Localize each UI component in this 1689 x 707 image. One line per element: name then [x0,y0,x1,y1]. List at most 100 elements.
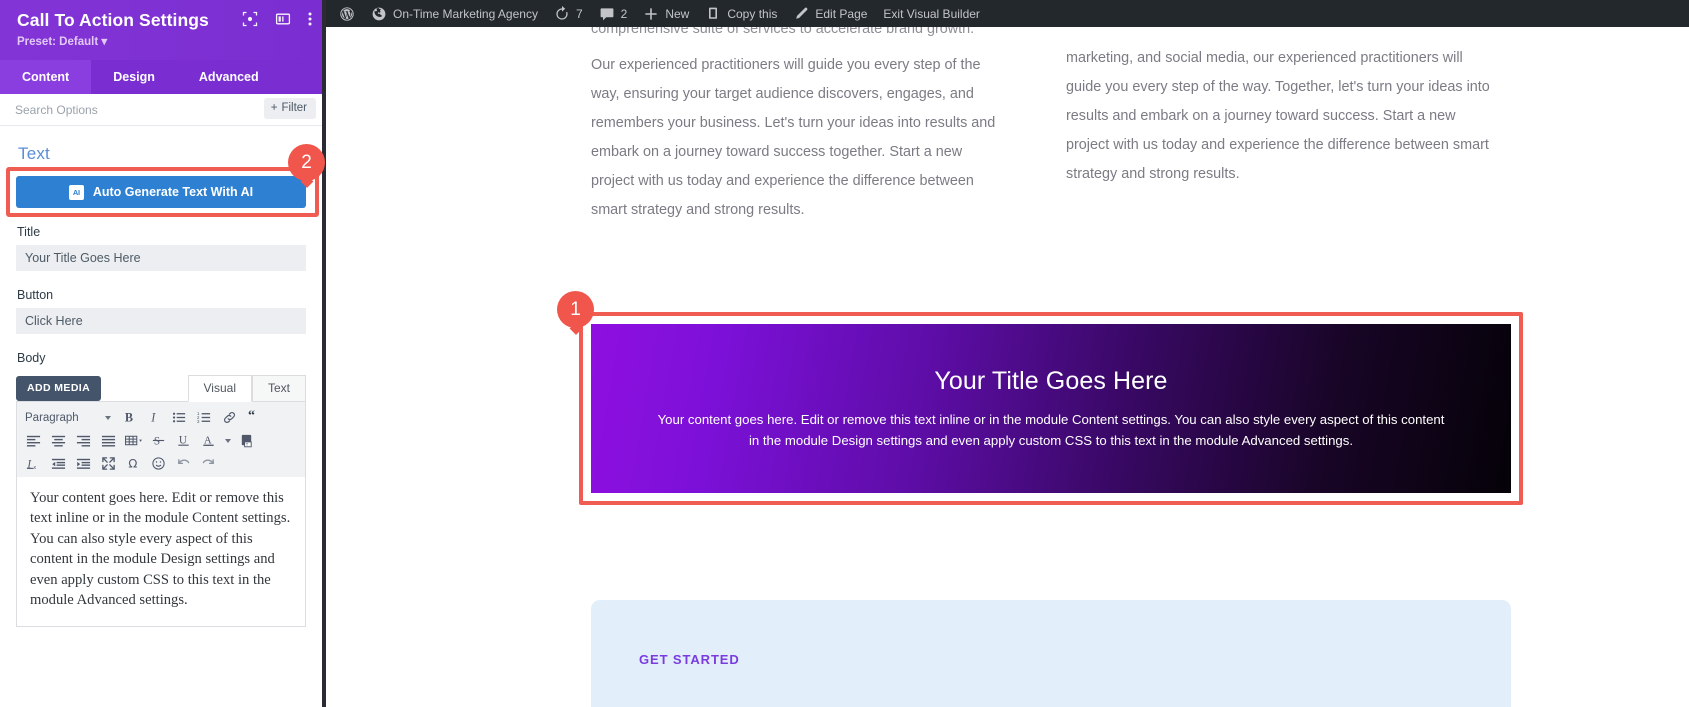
svg-text:Ω: Ω [128,457,137,471]
link-icon[interactable] [217,407,242,429]
panel-tabs: Content Design Advanced [0,60,322,94]
adminbar-edit-page[interactable]: Edit Page [785,0,875,27]
focus-target-icon[interactable] [242,11,258,27]
plus-icon: + [270,102,278,114]
title-field[interactable] [16,245,306,271]
fullscreen-icon[interactable] [96,453,121,475]
align-justify-icon[interactable] [96,430,121,452]
format-select[interactable]: Paragraph [21,412,117,424]
tab-advanced[interactable]: Advanced [177,60,281,94]
tab-content[interactable]: Content [0,60,92,94]
ai-button-label: Auto Generate Text With AI [92,185,254,199]
step-marker-1-label: 1 [570,298,581,320]
table-icon[interactable] [121,430,146,452]
numbered-list-icon[interactable]: 123 [192,407,217,429]
adminbar-edit-label: Edit Page [815,6,868,21]
blockquote-icon[interactable]: “ [242,407,267,429]
svg-text:S: S [154,435,160,447]
panel-preset[interactable]: Preset: Default ▾ [17,35,308,49]
indent-icon[interactable] [71,453,96,475]
ai-button-wrapper: AI Auto Generate Text With AI [6,167,319,217]
section-title-text: Text [18,144,50,163]
svg-text:A: A [204,434,212,446]
editor-toolbar-row-2: S U A T [21,429,301,452]
body-field-label: Body [17,351,46,365]
adminbar-site-name[interactable]: On-Time Marketing Agency [363,0,546,27]
more-vertical-icon[interactable] [308,11,312,27]
strikethrough-icon[interactable]: S [146,430,171,452]
adminbar-comments[interactable]: 2 [591,0,636,27]
editor-toolbar-row-1: Paragraph B I 123 “ [21,406,301,429]
wordpress-logo-icon [340,6,354,21]
body-editor-content[interactable]: Your content goes here. Edit or remove t… [30,488,292,610]
step-marker-2: 2 [288,144,325,181]
chevron-down-icon [105,415,111,420]
auto-generate-text-with-ai-button[interactable]: AI Auto Generate Text With AI [16,176,306,208]
italic-icon[interactable]: I [142,407,167,429]
editor-top-row: ADD MEDIA Visual Text [16,374,306,402]
get-started-section: GET STARTED [591,600,1511,707]
text-color-dropdown[interactable] [221,430,234,452]
step-marker-2-label: 2 [301,151,312,173]
add-media-button[interactable]: ADD MEDIA [16,376,102,401]
title-field-label: Title [17,225,41,239]
panel-body: Text AI Auto Generate Text With AI Title… [0,144,322,627]
paste-as-text-icon[interactable]: T [234,430,259,452]
left-paragraph: Our experienced practitioners will guide… [591,57,996,218]
plus-icon [645,7,657,20]
bold-icon[interactable]: B [117,407,142,429]
get-started-eyebrow: GET STARTED [639,652,740,667]
layout-panel-icon[interactable] [275,11,291,27]
align-left-icon[interactable] [21,430,46,452]
comments-icon [600,7,614,20]
adminbar-new-label: New [665,6,690,21]
button-field-label: Button [17,288,54,302]
adminbar-copy-label: Copy this [727,6,778,21]
clear-formatting-icon[interactable]: Ix [21,453,46,475]
body-editor-area[interactable]: Your content goes here. Edit or remove t… [16,477,306,627]
cta-selection-outline [579,312,1523,505]
tab-design[interactable]: Design [91,60,177,94]
outdent-icon[interactable] [46,453,71,475]
content-column-left: comprehensive suite of services to accel… [591,27,1009,225]
svg-text:x: x [34,465,37,471]
bulleted-list-icon[interactable] [167,407,192,429]
format-select-label: Paragraph [25,411,79,424]
updates-icon [556,5,568,20]
button-field[interactable] [16,308,306,334]
panel-header: Call To Action Settings Preset: Default … [0,0,322,60]
adminbar-updates[interactable]: 7 [546,0,591,27]
emoji-icon[interactable] [146,453,171,475]
cta-module-wrapper[interactable]: Your Title Goes Here Your content goes h… [579,312,1523,505]
editor-tab-visual[interactable]: Visual [187,375,252,402]
undo-icon[interactable] [171,453,196,475]
chevron-down-icon: ▾ [101,36,108,48]
adminbar-exit-visual-builder[interactable]: Exit Visual Builder [875,0,988,27]
adminbar-copy-this[interactable]: Copy this [697,0,785,27]
text-color-icon[interactable]: A [196,430,221,452]
pink-swoosh-decoration [1333,694,1483,707]
site-icon [372,6,386,20]
ai-icon: AI [68,184,84,200]
svg-text:“: “ [248,410,255,423]
svg-text:I: I [150,411,156,425]
adminbar-site-label: On-Time Marketing Agency [393,6,538,21]
redo-icon[interactable] [196,453,221,475]
editor-toolbar: Paragraph B I 123 “ S U A T I x Ω [16,401,306,477]
content-column-right: marketing, and social media, our experie… [1066,27,1496,189]
panel-header-icons [242,11,312,27]
underline-icon[interactable]: U [171,430,196,452]
align-center-icon[interactable] [46,430,71,452]
pencil-icon [796,7,808,19]
align-right-icon[interactable] [71,430,96,452]
adminbar-wordpress-logo[interactable] [331,0,363,27]
editor-tab-text[interactable]: Text [251,375,306,401]
search-input[interactable] [15,102,215,117]
special-character-icon[interactable]: Ω [121,453,146,475]
svg-text:3: 3 [197,419,200,424]
left-partial-line: comprehensive suite of services to accel… [591,27,975,37]
svg-text:B: B [125,411,133,425]
adminbar-new[interactable]: New [635,0,697,27]
filter-button[interactable]: + Filter [263,98,316,119]
search-options-row: + Filter [0,94,322,126]
